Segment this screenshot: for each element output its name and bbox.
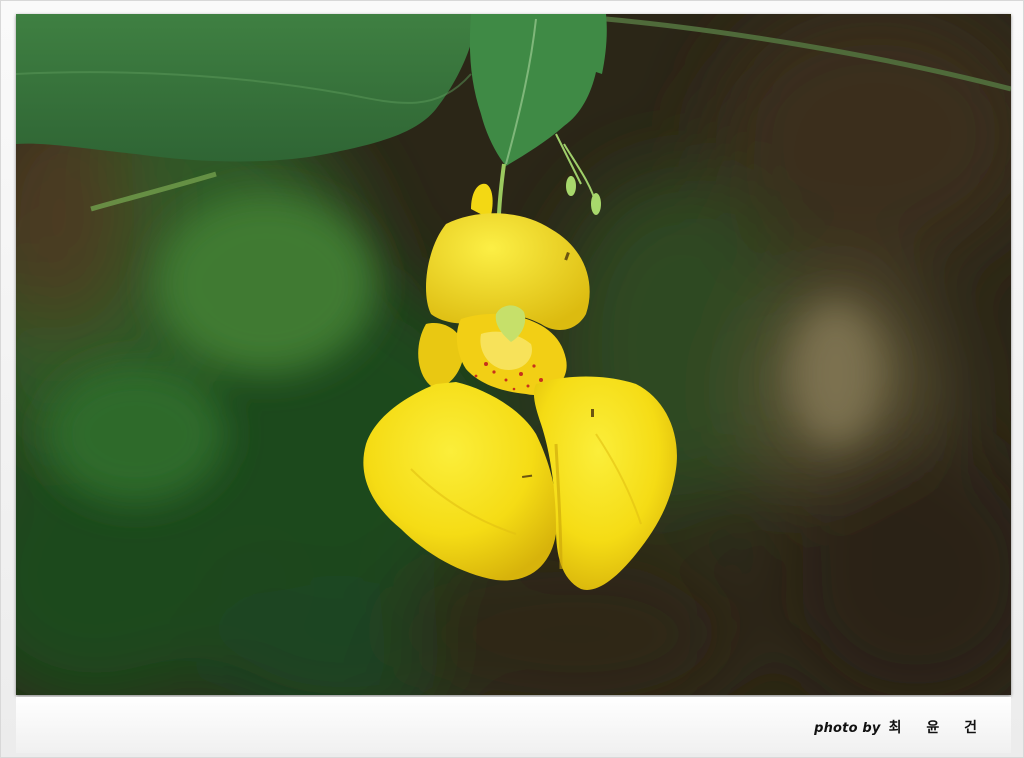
- credit-prefix: photo by: [814, 721, 881, 736]
- photo-credit: photo by 최 윤 건: [814, 717, 987, 737]
- flower-photo: [16, 14, 1011, 695]
- photo-frame: photo by 최 윤 건: [0, 0, 1024, 758]
- flower-photo-image: [16, 14, 1011, 695]
- credit-name: 최 윤 건: [888, 720, 987, 736]
- caption-bar: photo by 최 윤 건: [16, 697, 1011, 753]
